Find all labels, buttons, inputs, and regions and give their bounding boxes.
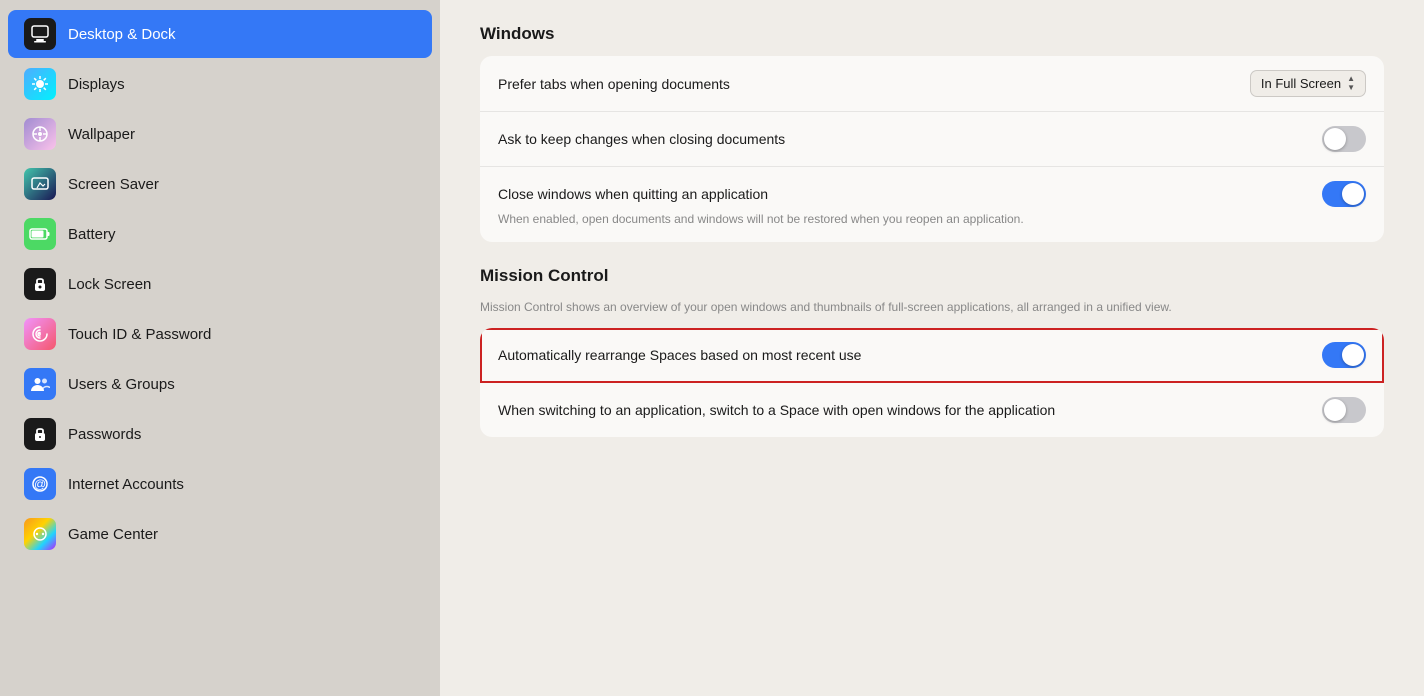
sidebar-item-wallpaper[interactable]: Wallpaper <box>8 110 432 158</box>
close-windows-row: Close windows when quitting an applicati… <box>480 167 1384 242</box>
displays-icon <box>24 68 56 100</box>
battery-icon <box>24 218 56 250</box>
sidebar-label-screen-saver: Screen Saver <box>68 176 159 193</box>
switch-space-row-main: When switching to an application, switch… <box>498 397 1366 423</box>
mission-control-section: Mission Control Mission Control shows an… <box>480 266 1384 437</box>
mission-control-settings-group: Automatically rearrange Spaces based on … <box>480 328 1384 437</box>
stepper-arrows: ▲ ▼ <box>1347 75 1355 92</box>
mission-control-title: Mission Control <box>480 266 1384 286</box>
sidebar-item-internet-accounts[interactable]: @ Internet Accounts <box>8 460 432 508</box>
touchid-icon <box>24 318 56 350</box>
sidebar-label-touch-id: Touch ID & Password <box>68 326 211 343</box>
sidebar-label-users-groups: Users & Groups <box>68 376 175 393</box>
prefer-tabs-label: Prefer tabs when opening documents <box>498 76 1250 92</box>
auto-rearrange-label: Automatically rearrange Spaces based on … <box>498 347 1322 363</box>
sidebar-label-desktop-dock: Desktop & Dock <box>68 26 176 43</box>
sidebar-item-lock-screen[interactable]: Lock Screen <box>8 260 432 308</box>
sidebar-item-game-center[interactable]: Game Center <box>8 510 432 558</box>
sidebar-label-wallpaper: Wallpaper <box>68 126 135 143</box>
sidebar-label-passwords: Passwords <box>68 426 141 443</box>
sidebar-item-screen-saver[interactable]: Screen Saver <box>8 160 432 208</box>
close-windows-description: When enabled, open documents and windows… <box>498 211 1024 228</box>
windows-settings-group: Prefer tabs when opening documents In Fu… <box>480 56 1384 242</box>
switch-space-toggle[interactable] <box>1322 397 1366 423</box>
desktop-dock-icon <box>24 18 56 50</box>
ask-keep-changes-label: Ask to keep changes when closing documen… <box>498 131 1322 147</box>
stepper-down-icon: ▼ <box>1347 84 1355 92</box>
sidebar-item-touch-id[interactable]: Touch ID & Password <box>8 310 432 358</box>
ask-keep-changes-toggle[interactable] <box>1322 126 1366 152</box>
sidebar-item-displays[interactable]: Displays <box>8 60 432 108</box>
prefer-tabs-stepper[interactable]: In Full Screen ▲ ▼ <box>1250 70 1366 97</box>
sidebar-item-desktop-dock[interactable]: Desktop & Dock <box>8 10 432 58</box>
ask-keep-changes-row: Ask to keep changes when closing documen… <box>480 112 1384 167</box>
switch-space-row: When switching to an application, switch… <box>480 383 1384 437</box>
screensaver-icon <box>24 168 56 200</box>
sidebar: Desktop & Dock Displays <box>0 0 440 696</box>
sidebar-item-passwords[interactable]: Passwords <box>8 410 432 458</box>
close-windows-label: Close windows when quitting an applicati… <box>498 186 1322 202</box>
users-icon <box>24 368 56 400</box>
windows-section-title: Windows <box>480 24 1384 44</box>
close-windows-toggle[interactable] <box>1322 181 1366 207</box>
stepper-value: In Full Screen <box>1261 76 1341 91</box>
lockscreen-icon <box>24 268 56 300</box>
main-content: Windows Prefer tabs when opening documen… <box>440 0 1424 696</box>
sidebar-item-battery[interactable]: Battery <box>8 210 432 258</box>
close-windows-row-main: Close windows when quitting an applicati… <box>498 181 1366 207</box>
passwords-icon <box>24 418 56 450</box>
mission-control-description: Mission Control shows an overview of you… <box>480 298 1384 316</box>
auto-rearrange-toggle[interactable] <box>1322 342 1366 368</box>
gamecenter-icon <box>24 518 56 550</box>
sidebar-label-internet-accounts: Internet Accounts <box>68 476 184 493</box>
stepper-up-icon: ▲ <box>1347 75 1355 83</box>
sidebar-label-lock-screen: Lock Screen <box>68 276 151 293</box>
internet-icon: @ <box>24 468 56 500</box>
sidebar-label-game-center: Game Center <box>68 526 158 543</box>
sidebar-label-displays: Displays <box>68 76 125 93</box>
svg-text:@: @ <box>34 477 46 491</box>
auto-rearrange-row: Automatically rearrange Spaces based on … <box>480 328 1384 383</box>
wallpaper-icon <box>24 118 56 150</box>
prefer-tabs-row: Prefer tabs when opening documents In Fu… <box>480 56 1384 112</box>
switch-space-label: When switching to an application, switch… <box>498 402 1322 418</box>
sidebar-item-users-groups[interactable]: Users & Groups <box>8 360 432 408</box>
sidebar-label-battery: Battery <box>68 226 116 243</box>
